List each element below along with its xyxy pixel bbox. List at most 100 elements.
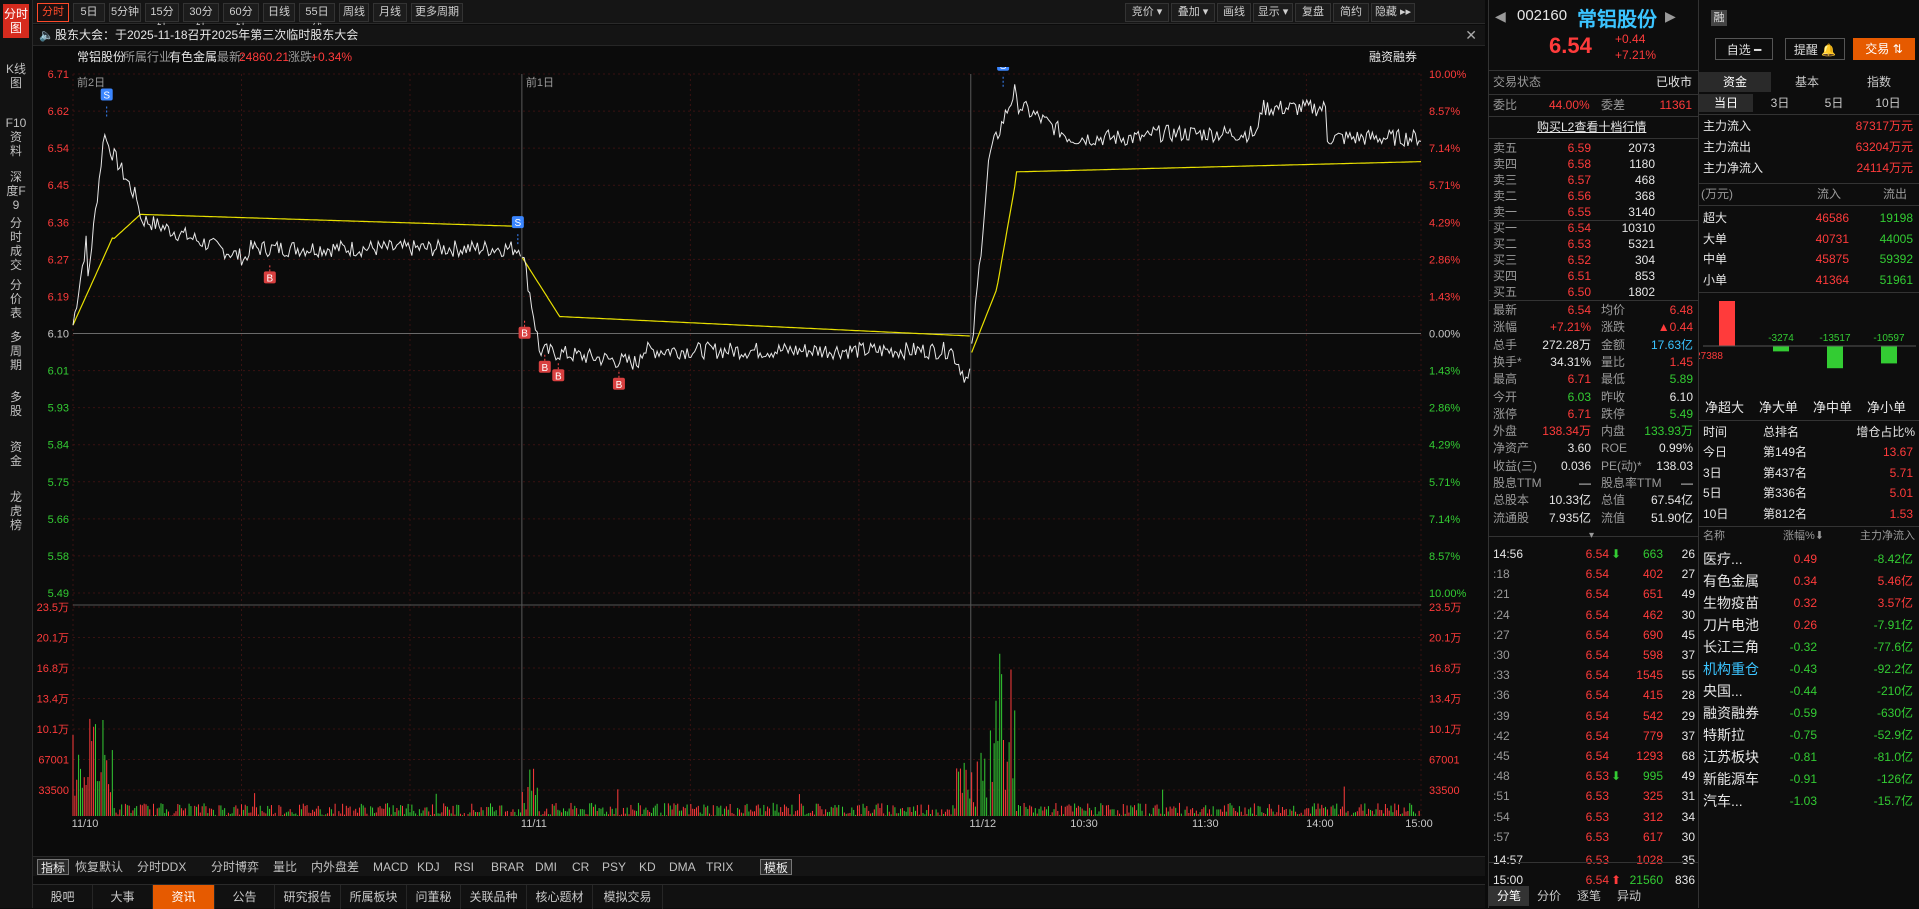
sector-head: 涨幅%⬇ — [1783, 530, 1824, 542]
indicator-tab-1[interactable]: 恢复默认 — [75, 859, 123, 875]
indicator-tab-3[interactable]: 分时博弈 — [211, 859, 259, 875]
rail-item-7[interactable]: 多股 — [5, 390, 27, 418]
period-tab-5[interactable]: 60分钟 — [223, 3, 259, 35]
period-tab-1[interactable]: 5日 — [73, 3, 105, 22]
indicator-tab-15[interactable]: TRIX — [706, 859, 733, 875]
notice-text[interactable]: 股东大会：于2025-11-18召开2025年第三次临时股东大会 — [55, 25, 358, 46]
indicator-tab-11[interactable]: CR — [572, 859, 589, 875]
alert-button[interactable]: 提醒 🔔 — [1785, 38, 1845, 60]
rank-value: 第336名 — [1763, 486, 1808, 500]
period-tab-10[interactable]: 更多周期 ▾ — [411, 3, 463, 35]
sector-name[interactable]: 生物疫苗 — [1703, 593, 1759, 613]
period-tab-7[interactable]: 55日线 — [299, 3, 335, 35]
fund-subtab-2[interactable]: 5日 — [1807, 94, 1861, 112]
period-tab-3[interactable]: 15分钟 — [145, 3, 179, 35]
indicator-tab-10[interactable]: DMI — [535, 859, 557, 875]
rail-item-1[interactable]: K线图 — [5, 62, 27, 90]
sector-name[interactable]: 长江三角 — [1703, 637, 1759, 657]
l2-link[interactable]: 购买L2查看十档行情 — [1537, 119, 1646, 135]
price-tick: 6.45 — [48, 180, 69, 192]
toolbar-btn-0[interactable]: 竞价 ▾ — [1125, 3, 1169, 22]
period-tab-9[interactable]: 月线 — [373, 3, 407, 22]
indicator-tab-5[interactable]: 内外盘差 — [311, 859, 359, 875]
sector-name[interactable]: 新能源车 — [1703, 769, 1759, 789]
indicator-tab-0[interactable]: 指标 — [37, 859, 70, 875]
period-tab-8[interactable]: 周线 — [339, 3, 369, 22]
bid-row-volume: 10310 — [1621, 221, 1655, 235]
toolbar-btn-3[interactable]: 显示 ▾ — [1253, 3, 1293, 22]
indicator-tab-2[interactable]: 分时DDX — [137, 859, 186, 875]
sector-name[interactable]: 机构重仓 — [1703, 659, 1759, 679]
watchlist-button[interactable]: 自选 ━ — [1715, 38, 1773, 60]
indicator-tab-14[interactable]: DMA — [669, 859, 696, 875]
footer-tab-8[interactable]: 核心题材 — [527, 885, 593, 909]
fund-subtab-1[interactable]: 3日 — [1753, 94, 1807, 112]
close-icon[interactable]: ✕ — [1465, 25, 1477, 46]
sector-name[interactable]: 有色金属 — [1703, 571, 1759, 591]
fund-tab-1[interactable]: 基本 — [1771, 72, 1843, 92]
tick-tab-1[interactable]: 分价 — [1529, 886, 1569, 906]
rail-item-0[interactable]: 分时图 — [3, 4, 29, 38]
fund-subtab-0[interactable]: 当日 — [1699, 94, 1753, 112]
intraday-chart[interactable]: 6.71 10.00% 6.62 8.57% 6.54 7.14% 6.45 5.71% 6.3… — [33, 58, 1485, 857]
sector-name[interactable]: 医疗... — [1703, 549, 1743, 569]
tick-count: 836 — [1674, 873, 1695, 888]
next-stock-icon[interactable]: ▶ — [1665, 8, 1676, 25]
rail-item-8[interactable]: 资金 — [5, 440, 27, 468]
period-tab-4[interactable]: 30分钟 — [183, 3, 219, 35]
indicator-tab-4[interactable]: 量比 — [273, 859, 297, 875]
indicator-tab-13[interactable]: KD — [639, 859, 656, 875]
indicator-tab-6[interactable]: MACD — [373, 859, 408, 875]
sector-name[interactable]: 刀片电池 — [1703, 615, 1759, 635]
toolbar-btn-5[interactable]: 简约 — [1333, 3, 1369, 22]
trade-button[interactable]: 交易 ⇅ — [1853, 38, 1915, 60]
margin-trading-link[interactable]: 融资融券 — [1369, 47, 1417, 67]
sector-flow: -77.6亿 — [1873, 640, 1913, 654]
industry-value[interactable]: 有色金属 — [169, 47, 217, 67]
footer-tab-7[interactable]: 关联品种 — [461, 885, 527, 909]
footer-tab-3[interactable]: 公告 — [215, 885, 275, 909]
indicator-tab-8[interactable]: RSI — [454, 859, 474, 875]
indicator-tab-9[interactable]: BRAR — [491, 859, 524, 875]
scroll-handle-icon[interactable]: ▾ — [1589, 530, 1594, 541]
sector-name[interactable]: 央国... — [1703, 681, 1743, 701]
fund-tab-2[interactable]: 指数 — [1843, 72, 1915, 92]
footer-tab-6[interactable]: 问董秘 — [407, 885, 461, 909]
tick-tab-3[interactable]: 异动 — [1609, 886, 1649, 906]
tick-tab-0[interactable]: 分笔 — [1489, 886, 1529, 906]
footer-tab-2[interactable]: 资讯 — [153, 885, 215, 909]
price-tick: 6.10 — [48, 329, 69, 341]
indicator-tab-16[interactable]: 模板 — [760, 859, 793, 875]
ask-row-price: 6.57 — [1567, 173, 1591, 187]
rail-item-6[interactable]: 多周期 — [5, 330, 27, 372]
tick-tab-2[interactable]: 逐笔 — [1569, 886, 1609, 906]
footer-tab-1[interactable]: 大事 — [93, 885, 153, 909]
toolbar-btn-2[interactable]: 画线 — [1217, 3, 1251, 22]
rail-item-5[interactable]: 分价表 — [5, 278, 27, 320]
fund-subtab-3[interactable]: 10日 — [1861, 94, 1915, 112]
period-tab-0[interactable]: 分时 — [37, 3, 69, 22]
footer-tab-4[interactable]: 研究报告 — [275, 885, 341, 909]
toolbar-btn-6[interactable]: 隐藏 ▸▸ — [1371, 3, 1415, 22]
footer-tab-9[interactable]: 模拟交易 — [593, 885, 663, 909]
period-tab-6[interactable]: 日线 — [263, 3, 295, 22]
sector-name[interactable]: 融资融券 — [1703, 703, 1759, 723]
toolbar-btn-1[interactable]: 叠加 ▾ — [1171, 3, 1215, 22]
footer-tab-5[interactable]: 所属板块 — [341, 885, 407, 909]
footer-tab-0[interactable]: 股吧 — [33, 885, 93, 909]
indicator-tab-12[interactable]: PSY — [602, 859, 626, 875]
fund-tab-0[interactable]: 资金 — [1699, 72, 1771, 92]
rail-item-2[interactable]: F10资料 — [5, 116, 27, 158]
sector-name[interactable]: 江苏板块 — [1703, 747, 1759, 767]
rail-item-9[interactable]: 龙虎榜 — [5, 490, 27, 532]
prev-stock-icon[interactable]: ◀ — [1495, 8, 1506, 25]
toolbar-btn-4[interactable]: 复盘 — [1295, 3, 1331, 22]
sector-name[interactable]: 特斯拉 — [1703, 725, 1745, 745]
rail-item-4[interactable]: 分时成交 — [5, 216, 27, 272]
rail-item-3[interactable]: 深度F9 — [5, 170, 27, 212]
fund-table-head: (万元) — [1701, 187, 1733, 201]
indicator-tab-7[interactable]: KDJ — [417, 859, 440, 875]
tick-volume: 690 — [1642, 627, 1663, 642]
period-tab-2[interactable]: 5分钟 — [109, 3, 141, 22]
sector-name[interactable]: 汽车... — [1703, 791, 1743, 811]
